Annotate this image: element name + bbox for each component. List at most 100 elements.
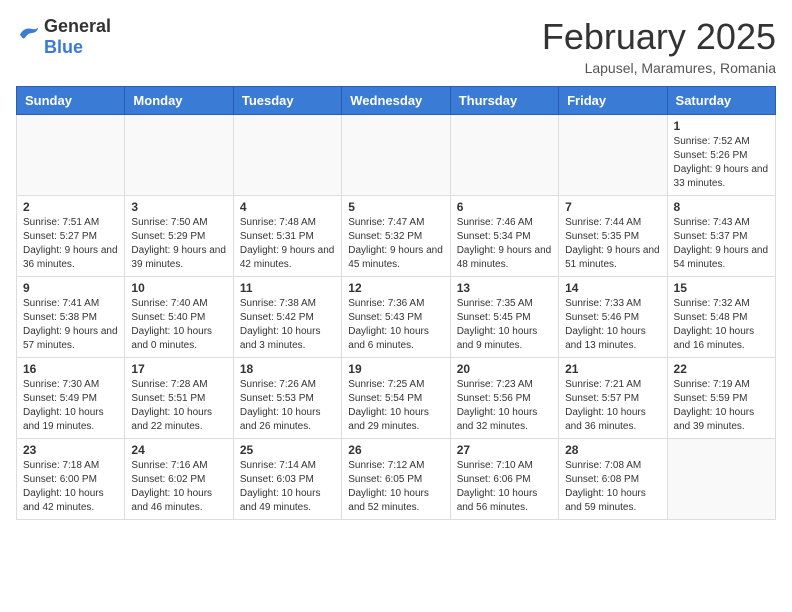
day-number: 25 <box>240 443 335 457</box>
day-info: Sunrise: 7:08 AM Sunset: 6:08 PM Dayligh… <box>565 459 660 515</box>
day-info: Sunrise: 7:14 AM Sunset: 6:03 PM Dayligh… <box>240 459 335 515</box>
day-info: Sunrise: 7:38 AM Sunset: 5:42 PM Dayligh… <box>240 297 335 353</box>
day-info: Sunrise: 7:19 AM Sunset: 5:59 PM Dayligh… <box>674 378 769 434</box>
weekday-header-thursday: Thursday <box>450 87 558 115</box>
day-info: Sunrise: 7:23 AM Sunset: 5:56 PM Dayligh… <box>457 378 552 434</box>
calendar-cell <box>559 115 667 196</box>
weekday-header-saturday: Saturday <box>667 87 775 115</box>
calendar-cell: 12 Sunrise: 7:36 AM Sunset: 5:43 PM Dayli… <box>342 277 450 358</box>
day-info: Sunrise: 7:46 AM Sunset: 5:34 PM Dayligh… <box>457 216 552 272</box>
calendar-cell <box>17 115 125 196</box>
day-info: Sunrise: 7:10 AM Sunset: 6:06 PM Dayligh… <box>457 459 552 515</box>
day-number: 3 <box>131 200 226 214</box>
day-number: 2 <box>23 200 118 214</box>
day-info: Sunrise: 7:26 AM Sunset: 5:53 PM Dayligh… <box>240 378 335 434</box>
calendar-cell: 6 Sunrise: 7:46 AM Sunset: 5:34 PM Daylig… <box>450 196 558 277</box>
day-info: Sunrise: 7:40 AM Sunset: 5:40 PM Dayligh… <box>131 297 226 353</box>
week-row-2: 2 Sunrise: 7:51 AM Sunset: 5:27 PM Daylig… <box>17 196 776 277</box>
day-info: Sunrise: 7:25 AM Sunset: 5:54 PM Dayligh… <box>348 378 443 434</box>
page-header: General Blue February 2025 Lapusel, Mara… <box>16 16 776 76</box>
day-info: Sunrise: 7:18 AM Sunset: 6:00 PM Dayligh… <box>23 459 118 515</box>
week-row-3: 9 Sunrise: 7:41 AM Sunset: 5:38 PM Daylig… <box>17 277 776 358</box>
day-number: 8 <box>674 200 769 214</box>
day-info: Sunrise: 7:30 AM Sunset: 5:49 PM Dayligh… <box>23 378 118 434</box>
day-info: Sunrise: 7:16 AM Sunset: 6:02 PM Dayligh… <box>131 459 226 515</box>
day-info: Sunrise: 7:48 AM Sunset: 5:31 PM Dayligh… <box>240 216 335 272</box>
weekday-header-wednesday: Wednesday <box>342 87 450 115</box>
title-block: February 2025 Lapusel, Maramures, Romani… <box>542 16 776 76</box>
weekday-header-sunday: Sunday <box>17 87 125 115</box>
day-number: 5 <box>348 200 443 214</box>
calendar-cell: 28 Sunrise: 7:08 AM Sunset: 6:08 PM Dayli… <box>559 439 667 520</box>
day-info: Sunrise: 7:35 AM Sunset: 5:45 PM Dayligh… <box>457 297 552 353</box>
day-info: Sunrise: 7:43 AM Sunset: 5:37 PM Dayligh… <box>674 216 769 272</box>
day-info: Sunrise: 7:51 AM Sunset: 5:27 PM Dayligh… <box>23 216 118 272</box>
logo-general: General <box>44 16 111 36</box>
day-number: 14 <box>565 281 660 295</box>
day-number: 6 <box>457 200 552 214</box>
day-info: Sunrise: 7:36 AM Sunset: 5:43 PM Dayligh… <box>348 297 443 353</box>
logo-text: General Blue <box>44 16 111 58</box>
day-number: 22 <box>674 362 769 376</box>
day-number: 27 <box>457 443 552 457</box>
calendar-table: SundayMondayTuesdayWednesdayThursdayFrid… <box>16 86 776 520</box>
day-number: 19 <box>348 362 443 376</box>
day-number: 10 <box>131 281 226 295</box>
day-number: 26 <box>348 443 443 457</box>
calendar-cell: 9 Sunrise: 7:41 AM Sunset: 5:38 PM Daylig… <box>17 277 125 358</box>
day-info: Sunrise: 7:33 AM Sunset: 5:46 PM Dayligh… <box>565 297 660 353</box>
calendar-cell: 25 Sunrise: 7:14 AM Sunset: 6:03 PM Dayli… <box>233 439 341 520</box>
week-row-1: 1Sunrise: 7:52 AM Sunset: 5:26 PM Daylig… <box>17 115 776 196</box>
calendar-cell: 15Sunrise: 7:32 AM Sunset: 5:48 PM Dayli… <box>667 277 775 358</box>
calendar-cell: 21 Sunrise: 7:21 AM Sunset: 5:57 PM Dayli… <box>559 358 667 439</box>
day-number: 4 <box>240 200 335 214</box>
day-info: Sunrise: 7:41 AM Sunset: 5:38 PM Dayligh… <box>23 297 118 353</box>
day-number: 21 <box>565 362 660 376</box>
day-number: 24 <box>131 443 226 457</box>
day-info: Sunrise: 7:47 AM Sunset: 5:32 PM Dayligh… <box>348 216 443 272</box>
calendar-cell: 10 Sunrise: 7:40 AM Sunset: 5:40 PM Dayli… <box>125 277 233 358</box>
day-number: 9 <box>23 281 118 295</box>
week-row-5: 23 Sunrise: 7:18 AM Sunset: 6:00 PM Dayli… <box>17 439 776 520</box>
weekday-header-friday: Friday <box>559 87 667 115</box>
weekday-header-tuesday: Tuesday <box>233 87 341 115</box>
location: Lapusel, Maramures, Romania <box>542 60 776 76</box>
calendar-cell <box>125 115 233 196</box>
day-info: Sunrise: 7:21 AM Sunset: 5:57 PM Dayligh… <box>565 378 660 434</box>
calendar-cell <box>342 115 450 196</box>
calendar-cell <box>667 439 775 520</box>
calendar-cell: 19 Sunrise: 7:25 AM Sunset: 5:54 PM Dayli… <box>342 358 450 439</box>
calendar-cell: 17 Sunrise: 7:28 AM Sunset: 5:51 PM Dayli… <box>125 358 233 439</box>
calendar-cell: 4 Sunrise: 7:48 AM Sunset: 5:31 PM Daylig… <box>233 196 341 277</box>
calendar-cell: 3 Sunrise: 7:50 AM Sunset: 5:29 PM Daylig… <box>125 196 233 277</box>
day-info: Sunrise: 7:44 AM Sunset: 5:35 PM Dayligh… <box>565 216 660 272</box>
calendar-cell: 7 Sunrise: 7:44 AM Sunset: 5:35 PM Daylig… <box>559 196 667 277</box>
calendar-cell: 13Sunrise: 7:35 AM Sunset: 5:45 PM Dayli… <box>450 277 558 358</box>
logo: General Blue <box>16 16 111 58</box>
calendar-cell: 5 Sunrise: 7:47 AM Sunset: 5:32 PM Daylig… <box>342 196 450 277</box>
week-row-4: 16Sunrise: 7:30 AM Sunset: 5:49 PM Dayli… <box>17 358 776 439</box>
day-info: Sunrise: 7:28 AM Sunset: 5:51 PM Dayligh… <box>131 378 226 434</box>
day-number: 12 <box>348 281 443 295</box>
day-info: Sunrise: 7:12 AM Sunset: 6:05 PM Dayligh… <box>348 459 443 515</box>
day-number: 7 <box>565 200 660 214</box>
day-number: 20 <box>457 362 552 376</box>
calendar-cell: 27 Sunrise: 7:10 AM Sunset: 6:06 PM Dayli… <box>450 439 558 520</box>
month-title: February 2025 <box>542 16 776 58</box>
calendar-cell: 18 Sunrise: 7:26 AM Sunset: 5:53 PM Dayli… <box>233 358 341 439</box>
day-number: 23 <box>23 443 118 457</box>
calendar-cell: 16Sunrise: 7:30 AM Sunset: 5:49 PM Dayli… <box>17 358 125 439</box>
calendar-cell: 11 Sunrise: 7:38 AM Sunset: 5:42 PM Dayli… <box>233 277 341 358</box>
calendar-cell: 20 Sunrise: 7:23 AM Sunset: 5:56 PM Dayli… <box>450 358 558 439</box>
calendar-cell: 8 Sunrise: 7:43 AM Sunset: 5:37 PM Daylig… <box>667 196 775 277</box>
day-number: 28 <box>565 443 660 457</box>
day-number: 18 <box>240 362 335 376</box>
logo-icon <box>16 25 40 50</box>
day-number: 17 <box>131 362 226 376</box>
day-info: Sunrise: 7:32 AM Sunset: 5:48 PM Dayligh… <box>674 297 769 353</box>
calendar-cell: 23 Sunrise: 7:18 AM Sunset: 6:00 PM Dayli… <box>17 439 125 520</box>
day-number: 11 <box>240 281 335 295</box>
calendar-cell <box>450 115 558 196</box>
calendar-cell: 14 Sunrise: 7:33 AM Sunset: 5:46 PM Dayli… <box>559 277 667 358</box>
day-info: Sunrise: 7:50 AM Sunset: 5:29 PM Dayligh… <box>131 216 226 272</box>
